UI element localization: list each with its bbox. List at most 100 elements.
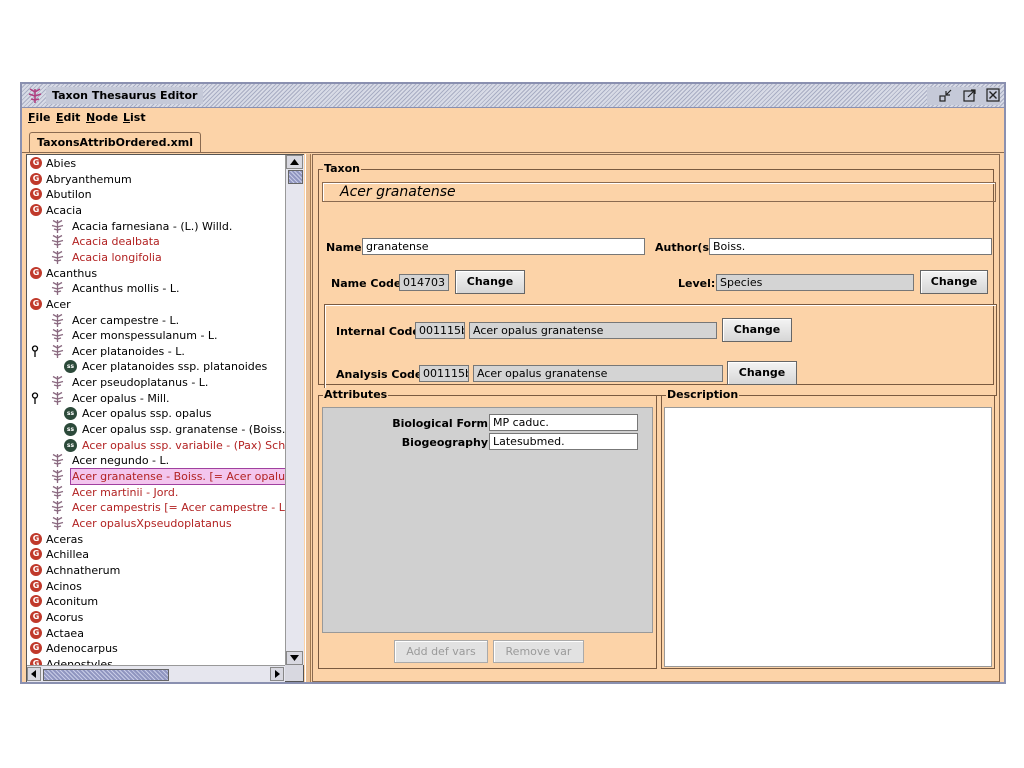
species-icon bbox=[51, 250, 64, 264]
menu-list[interactable]: List bbox=[123, 111, 146, 124]
attribute-value-biological-form[interactable]: MP caduc. bbox=[489, 414, 638, 431]
tree-row[interactable]: ss Acer opalus ssp. variabile - (Pax) Sch… bbox=[27, 438, 285, 453]
tree-item-label: Acer opalus ssp. opalus bbox=[82, 407, 212, 421]
app-window: Taxon Thesaurus Editor File Edit Node Li… bbox=[20, 82, 1006, 684]
tree-row[interactable]: Acer pseudoplatanus - L. bbox=[27, 375, 285, 390]
tree-row[interactable]: Acacia dealbata bbox=[27, 234, 285, 249]
genus-icon: G bbox=[30, 172, 42, 185]
tree-row[interactable]: Acer granatense - Boiss. [= Acer opalus … bbox=[27, 468, 285, 485]
menu-edit[interactable]: Edit bbox=[56, 111, 80, 124]
tree-row[interactable]: G Achillea bbox=[27, 547, 285, 562]
tree-row[interactable]: ss Acer opalus ssp. opalus bbox=[27, 406, 285, 421]
tree-item-label: Acer opalusXpseudoplatanus bbox=[72, 516, 232, 530]
menu-file[interactable]: File bbox=[28, 111, 51, 124]
subspecies-icon: ss bbox=[64, 423, 77, 437]
genus-icon: G bbox=[30, 642, 42, 655]
tree-row[interactable]: Acer opalus - Mill. bbox=[27, 391, 285, 406]
tree-item-label: Abutilon bbox=[46, 188, 92, 202]
tree-item-label: Acacia farnesiana - (L.) Willd. bbox=[72, 219, 233, 233]
expand-toggle-icon[interactable] bbox=[31, 345, 39, 358]
description-textarea[interactable] bbox=[664, 407, 992, 667]
tree-row[interactable]: Acer martinii - Jord. bbox=[27, 485, 285, 500]
tree-row[interactable]: G Abryanthemum bbox=[27, 172, 285, 187]
taxon-heading-bar: Acer granatense bbox=[322, 182, 996, 202]
name-field[interactable]: granatense bbox=[362, 238, 645, 255]
subspecies-icon: ss bbox=[64, 360, 77, 374]
genus-icon: G bbox=[30, 203, 42, 216]
scroll-thumb-horizontal[interactable] bbox=[43, 669, 169, 681]
level-field: Species bbox=[716, 274, 914, 291]
genus-icon: G bbox=[30, 266, 42, 279]
tree-vertical-scrollbar[interactable] bbox=[285, 155, 304, 665]
pane-splitter[interactable] bbox=[305, 154, 311, 682]
scroll-thumb[interactable] bbox=[288, 170, 303, 184]
genus-icon: G bbox=[30, 297, 42, 310]
tree-item-label: Acanthus mollis - L. bbox=[72, 282, 180, 296]
tree-row[interactable]: Acacia longifolia bbox=[27, 250, 285, 265]
species-icon bbox=[51, 485, 64, 499]
tree-row[interactable]: G Acer bbox=[27, 297, 285, 312]
expand-toggle-icon[interactable] bbox=[31, 392, 39, 405]
tree-row[interactable]: Acer negundo - L. bbox=[27, 453, 285, 468]
tree-row[interactable]: G Actaea bbox=[27, 626, 285, 641]
tree-row[interactable]: Acanthus mollis - L. bbox=[27, 281, 285, 296]
tree-row[interactable]: Acer monspessulanum - L. bbox=[27, 328, 285, 343]
tree-item-label: Acer negundo - L. bbox=[72, 454, 170, 468]
tree-row[interactable]: G Acorus bbox=[27, 610, 285, 625]
name-code-change-button[interactable]: Change bbox=[455, 270, 525, 294]
analysis-code-change-button[interactable]: Change bbox=[727, 361, 797, 385]
scroll-right-button[interactable] bbox=[270, 667, 284, 681]
scroll-left-button[interactable] bbox=[27, 667, 41, 681]
attribute-value-biogeography[interactable]: Latesubmed. bbox=[489, 433, 638, 450]
close-icon[interactable] bbox=[986, 88, 1000, 102]
detail-pane: Taxon Acer granatense Name: granatense A… bbox=[312, 154, 1000, 682]
internal-code-label: Internal Code: bbox=[336, 325, 425, 338]
tree-item-label: Adenocarpus bbox=[46, 642, 118, 656]
species-icon bbox=[51, 219, 64, 233]
tree-item-label: Acer opalus - Mill. bbox=[72, 391, 170, 405]
tree-row[interactable]: G Acacia bbox=[27, 203, 285, 218]
tree-row[interactable]: ss Acer opalus ssp. granatense - (Boiss.)… bbox=[27, 422, 285, 437]
tree-row[interactable]: G Aconitum bbox=[27, 594, 285, 609]
remove-var-button[interactable]: Remove var bbox=[493, 640, 584, 663]
tree-row[interactable]: Acer campestris [= Acer campestre - L. ] bbox=[27, 500, 285, 515]
tree-row[interactable]: Acer opalusXpseudoplatanus bbox=[27, 516, 285, 531]
add-def-vars-button[interactable]: Add def vars bbox=[394, 640, 488, 663]
maximize-icon[interactable] bbox=[962, 88, 977, 102]
scroll-down-button[interactable] bbox=[286, 651, 303, 665]
menu-node[interactable]: Node bbox=[86, 111, 118, 124]
tree-row[interactable]: G Adenocarpus bbox=[27, 641, 285, 656]
codes-group: Internal Code: 001115b Acer opalus grana… bbox=[324, 304, 997, 396]
tree-row[interactable]: G Adenostyles bbox=[27, 657, 285, 665]
tree-row[interactable]: G Abutilon bbox=[27, 187, 285, 202]
taxon-tree: G Abies G Abryanthemum G Abutilon G Acacia Acaci… bbox=[27, 155, 285, 665]
tree-row[interactable]: G Acinos bbox=[27, 579, 285, 594]
title-bar[interactable]: Taxon Thesaurus Editor bbox=[22, 84, 1004, 108]
tree-row[interactable]: Acer platanoides - L. bbox=[27, 344, 285, 359]
level-change-button[interactable]: Change bbox=[920, 270, 988, 294]
tree-row[interactable]: G Aceras bbox=[27, 532, 285, 547]
attribute-label-biological-form: Biological Form bbox=[392, 417, 488, 430]
tree-row[interactable]: Acacia farnesiana - (L.) Willd. bbox=[27, 219, 285, 234]
tree-row[interactable]: G Achnatherum bbox=[27, 563, 285, 578]
species-icon bbox=[51, 391, 64, 405]
authors-field[interactable]: Boiss. bbox=[709, 238, 992, 255]
tree-item-label: Aconitum bbox=[46, 595, 99, 609]
tree-row[interactable]: G Abies bbox=[27, 156, 285, 171]
tree-row[interactable]: G Acanthus bbox=[27, 266, 285, 281]
attributes-group: Attributes Biological Form MP caduc. Bio… bbox=[318, 388, 657, 669]
species-icon bbox=[51, 344, 64, 358]
description-group-title: Description bbox=[666, 388, 740, 401]
genus-icon: G bbox=[30, 532, 42, 545]
tree-row[interactable]: ss Acer platanoides ssp. platanoides bbox=[27, 359, 285, 374]
tree-horizontal-scrollbar[interactable] bbox=[27, 665, 285, 682]
tree-item-label: Acer campestris [= Acer campestre - L. ] bbox=[72, 501, 285, 515]
species-icon bbox=[51, 329, 64, 343]
tree-item-label: Acacia dealbata bbox=[72, 235, 160, 249]
scroll-up-button[interactable] bbox=[286, 155, 303, 169]
tab-file[interactable]: TaxonsAttribOrdered.xml bbox=[29, 132, 202, 152]
minimize-icon[interactable] bbox=[939, 88, 953, 102]
internal-code-change-button[interactable]: Change bbox=[722, 318, 792, 342]
genus-icon: G bbox=[30, 657, 42, 665]
tree-row[interactable]: Acer campestre - L. bbox=[27, 313, 285, 328]
